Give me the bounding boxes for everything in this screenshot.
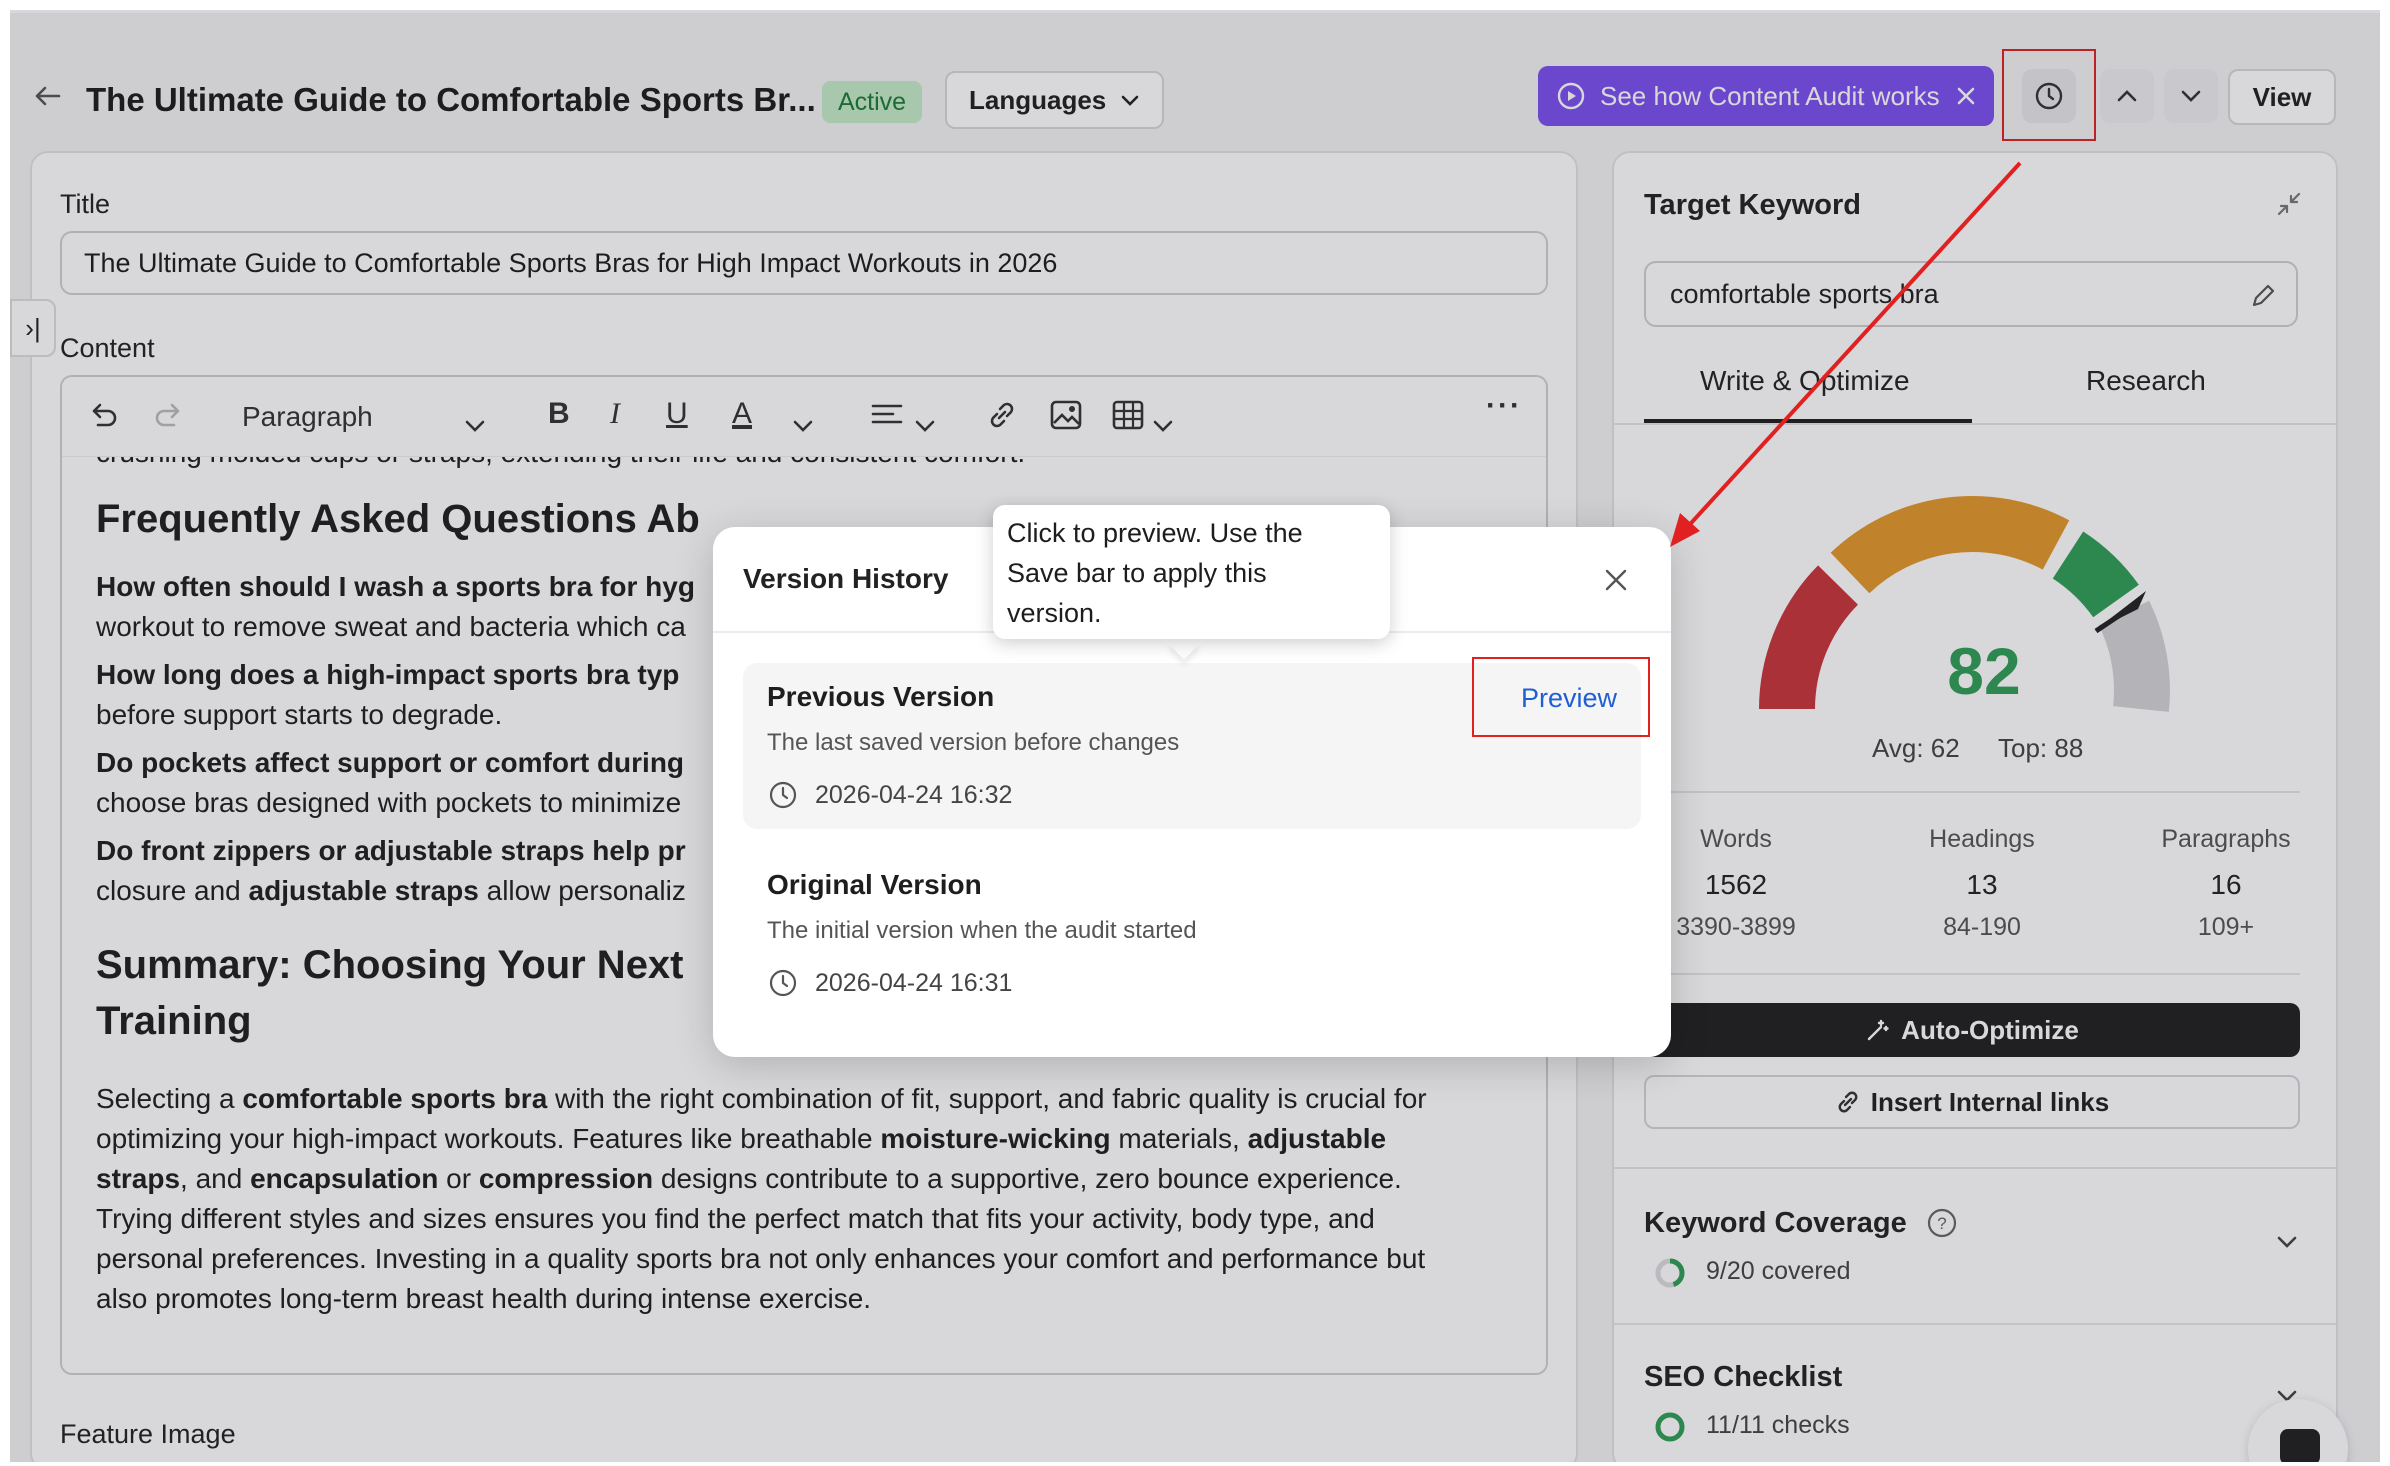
app-window: The Ultimate Guide to Comfortable Sports…	[10, 10, 2380, 1462]
annotation-arrow	[1670, 161, 2022, 547]
